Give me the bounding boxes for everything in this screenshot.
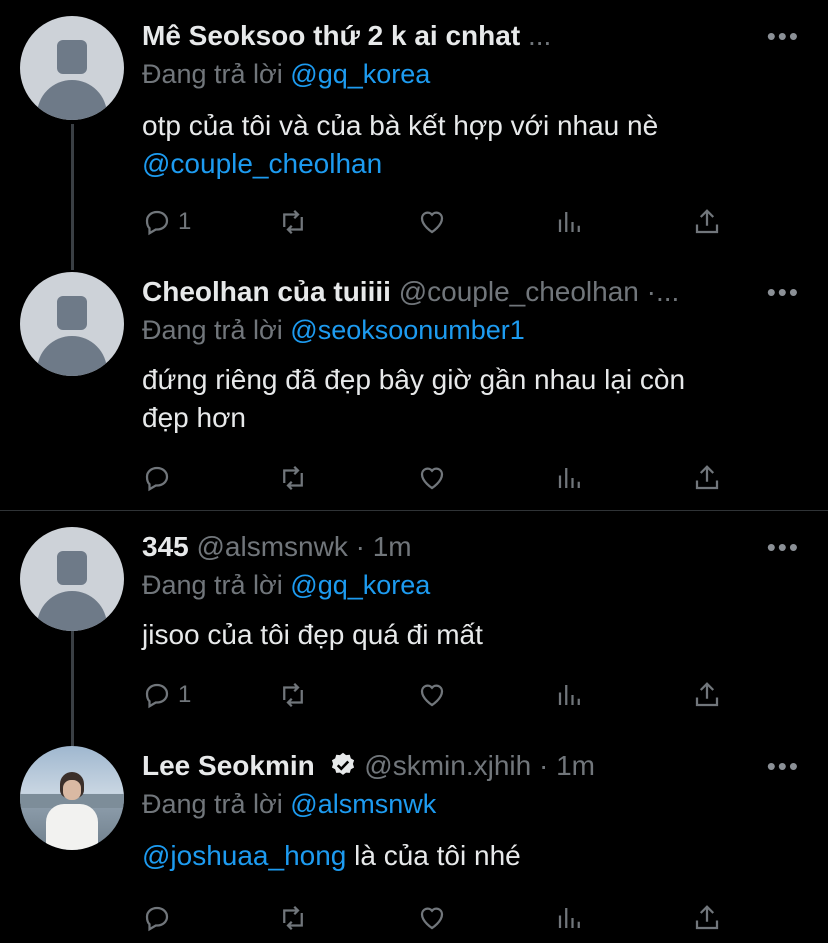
reply-icon [145, 466, 169, 492]
like-button[interactable] [417, 204, 447, 240]
avatar-photo[interactable] [20, 746, 124, 850]
replying-to: Đang trả lời @seoksoonumber1 [142, 315, 525, 345]
more-icon[interactable]: ••• [767, 279, 800, 305]
more-icon[interactable]: ••• [767, 23, 800, 49]
tweet-actions [142, 900, 722, 936]
reply-handle-link[interactable]: @alsmsnwk [290, 789, 436, 819]
retweet-button[interactable] [278, 900, 308, 936]
stats-icon [558, 212, 580, 232]
thread-line [71, 124, 74, 270]
like-icon [420, 211, 444, 234]
retweet-icon [283, 905, 303, 931]
tweet-actions: 1 [142, 204, 722, 240]
reply-handle-link[interactable]: @gq_korea [290, 570, 430, 600]
retweet-icon [283, 465, 303, 491]
tweet-actions [142, 460, 722, 496]
share-icon [695, 209, 719, 234]
tweet-text: jisoo của tôi đẹp quá đi mất [142, 619, 483, 650]
tweet-1[interactable]: Mê Seoksoo thứ 2 k ai cnhat ... ••• Đang… [0, 0, 828, 270]
reply-icon [145, 906, 169, 932]
reply-button[interactable] [142, 900, 172, 936]
stats-button[interactable] [555, 204, 585, 240]
share-icon [695, 905, 719, 930]
tweet-4[interactable]: Lee Seokmin @skmin.xjhih · 1m ••• Đang t… [0, 728, 828, 943]
tweet-header: Cheolhan của tuiiii @couple_cheolhan ·..… [142, 274, 772, 310]
share-button[interactable] [692, 900, 722, 936]
timestamp[interactable]: 1m [556, 750, 595, 781]
display-name[interactable]: 345 [142, 531, 189, 562]
display-name[interactable]: Lee Seokmin [142, 750, 315, 781]
username[interactable]: @alsmsnwk [197, 531, 348, 562]
stats-icon [558, 908, 580, 928]
username[interactable]: @skmin.xjhih [364, 750, 531, 781]
tweet-3[interactable]: 345 @alsmsnwk · 1m ••• Đang trả lời @gq_… [0, 511, 828, 746]
reply-count: 1 [178, 208, 192, 235]
like-button[interactable] [417, 460, 447, 496]
stats-icon [558, 468, 580, 488]
retweet-button[interactable] [278, 677, 308, 713]
retweet-icon [283, 209, 303, 235]
stats-button[interactable] [555, 900, 585, 936]
share-icon [695, 465, 719, 490]
replying-to: Đang trả lời @gq_korea [142, 59, 431, 89]
tweet-text: otp của tôi và của bà kết hợp với nhau n… [142, 107, 788, 183]
avatar[interactable] [20, 272, 124, 376]
share-button[interactable] [692, 460, 722, 496]
reply-handle-link[interactable]: @gq_korea [290, 59, 430, 89]
more-icon[interactable]: ••• [767, 534, 800, 560]
stats-button[interactable] [555, 460, 585, 496]
reply-icon [145, 210, 169, 236]
avatar[interactable] [20, 527, 124, 631]
reply-handle-link[interactable]: @seoksoonumber1 [290, 315, 525, 345]
display-name[interactable]: Mê Seoksoo thứ 2 k ai cnhat [142, 20, 520, 51]
tweet-header: Mê Seoksoo thứ 2 k ai cnhat ... [142, 18, 772, 54]
trail: ·... [646, 276, 680, 307]
verified-icon [331, 752, 354, 775]
retweet-icon [283, 682, 303, 708]
reply-button[interactable]: 1 [142, 677, 191, 713]
more-icon[interactable]: ••• [767, 753, 800, 779]
tweet-text: đứng riêng đã đẹp bây giờ gần nhau lại c… [142, 364, 686, 433]
share-button[interactable] [692, 677, 722, 713]
mention-link[interactable]: @couple_cheolhan [142, 145, 788, 183]
reply-icon [145, 683, 169, 709]
like-button[interactable] [417, 677, 447, 713]
stats-icon [558, 685, 580, 705]
share-button[interactable] [692, 204, 722, 240]
username[interactable]: @couple_cheolhan [399, 276, 639, 307]
replying-to: Đang trả lời @alsmsnwk [142, 789, 437, 819]
stats-button[interactable] [555, 677, 585, 713]
trail: ... [527, 20, 552, 51]
reply-count: 1 [178, 681, 192, 708]
tweet-header: 345 @alsmsnwk · 1m [142, 531, 412, 562]
tweet-2[interactable]: Cheolhan của tuiiii @couple_cheolhan ·..… [0, 260, 828, 510]
reply-button[interactable] [142, 460, 172, 496]
mention-link[interactable]: @joshuaa_hong [142, 840, 346, 871]
timestamp[interactable]: 1m [373, 531, 412, 562]
like-icon [420, 907, 444, 930]
share-icon [695, 682, 719, 707]
display-name[interactable]: Cheolhan của tuiiii [142, 276, 391, 307]
like-button[interactable] [417, 900, 447, 936]
retweet-button[interactable] [278, 204, 308, 240]
avatar[interactable] [20, 16, 124, 120]
retweet-button[interactable] [278, 460, 308, 496]
tweet-text: @joshuaa_hong là của tôi nhé [142, 840, 521, 871]
like-icon [420, 467, 444, 490]
tweet-header: Lee Seokmin @skmin.xjhih · 1m [142, 750, 595, 781]
like-icon [420, 684, 444, 707]
tweet-actions: 1 [142, 677, 722, 713]
replying-to: Đang trả lời @gq_korea [142, 570, 431, 600]
reply-button[interactable]: 1 [142, 204, 191, 240]
